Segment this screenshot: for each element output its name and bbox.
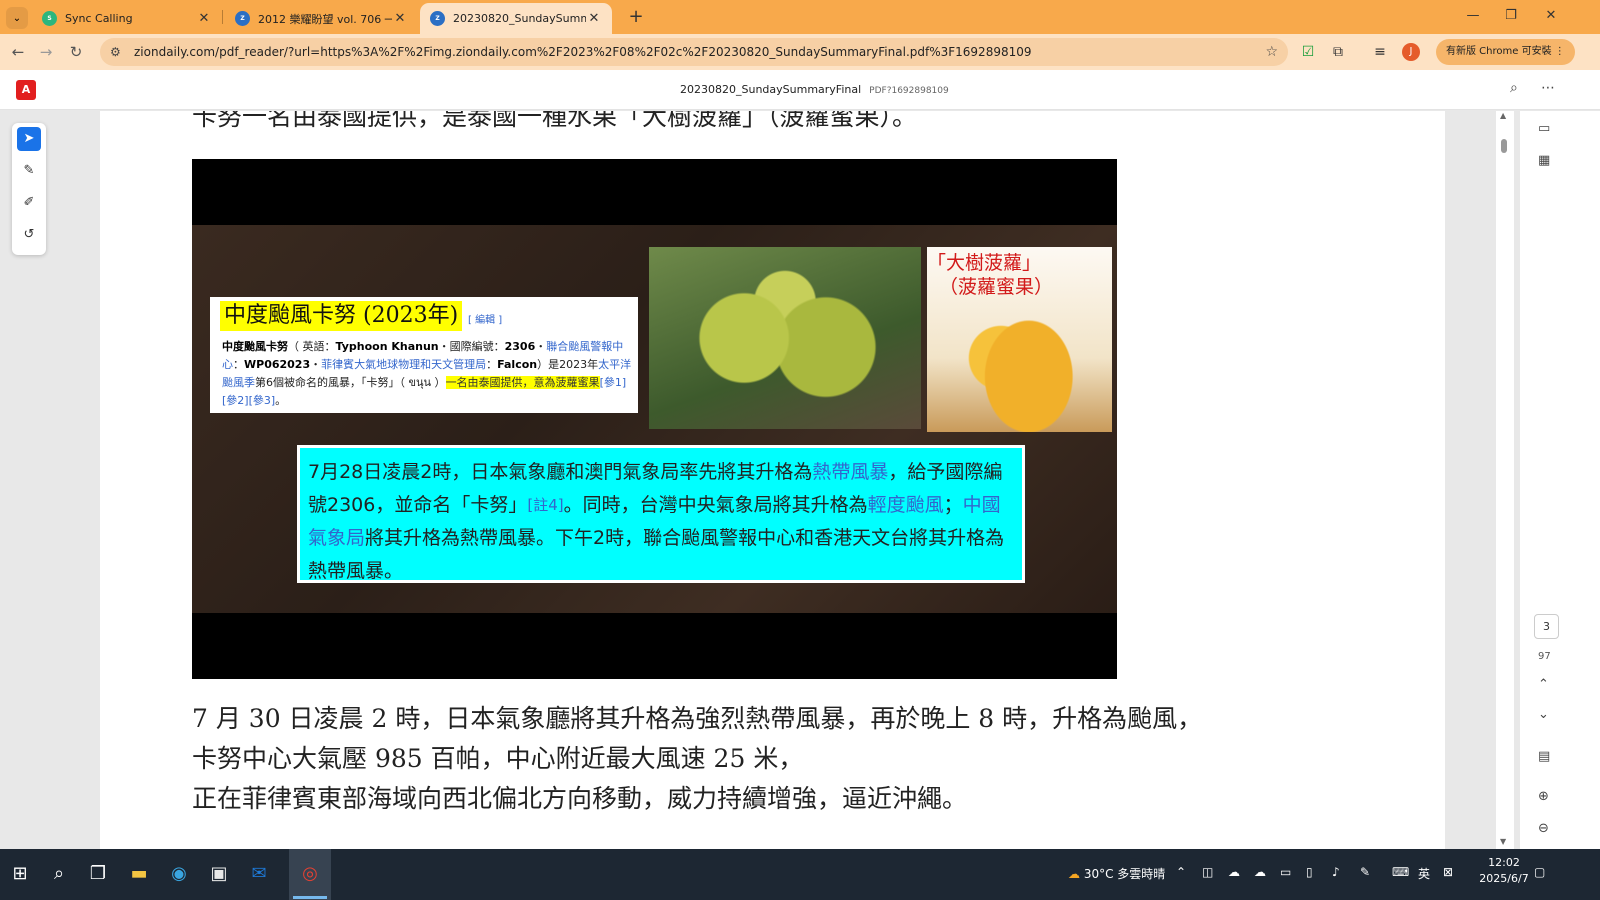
slide-image: 中度颱風卡努 (2023年) [ 編輯 ] 中度颱風卡努（ 英語：Typhoon…: [192, 159, 1117, 679]
chrome-icon[interactable]: ◎: [297, 861, 323, 887]
reload-button[interactable]: ↻: [66, 43, 86, 61]
total-pages: 97: [1538, 651, 1551, 662]
scroll-thumb[interactable]: [1501, 139, 1507, 153]
active-app-indicator: [293, 896, 327, 899]
select-cursor-icon[interactable]: ➤: [17, 127, 41, 151]
wikipedia-excerpt: 中度颱風卡努 (2023年) [ 編輯 ] 中度颱風卡努（ 英語：Typhoon…: [210, 297, 638, 413]
chrome-update-button[interactable]: 有新版 Chrome 可安裝 ⋮: [1436, 39, 1575, 65]
close-tab-icon[interactable]: ✕: [392, 11, 408, 26]
edge-browser-icon[interactable]: ◉: [166, 861, 192, 887]
onedrive-icon[interactable]: ☁: [1254, 865, 1266, 879]
more-vert-icon: ⋮: [1554, 46, 1565, 57]
wiki-title: 中度颱風卡努 (2023年): [220, 301, 463, 331]
scroll-down-arrow-icon[interactable]: ▼: [1500, 837, 1506, 846]
volume-icon[interactable]: ♪: [1332, 865, 1340, 879]
pdf-header: A 20230820_SundaySummaryFinal PDF?1692898…: [0, 70, 1600, 110]
url-text[interactable]: ziondaily.com/pdf_reader/?url=https%3A%2…: [134, 45, 1265, 59]
drive-icon[interactable]: ▭: [1280, 865, 1291, 879]
thumbnails-grid-icon[interactable]: ▦: [1538, 153, 1550, 168]
top-paragraph-line: 卡努一名由泰國提供，是泰國一種水果「大樹菠蘿」（菠蘿蜜果）。: [192, 111, 918, 131]
task-view-icon[interactable]: ❐: [85, 861, 111, 887]
search-icon[interactable]: ⌕: [46, 861, 72, 887]
back-button[interactable]: ←: [8, 43, 28, 61]
page-fit-icon[interactable]: ▤: [1538, 749, 1550, 764]
tab-sync-calling[interactable]: S Sync Calling ✕: [32, 3, 222, 34]
site-info-icon[interactable]: ⚙: [110, 45, 126, 59]
search-icon[interactable]: ⌕: [1510, 80, 1518, 96]
close-tab-icon[interactable]: ✕: [196, 11, 212, 26]
highlight-pen-icon[interactable]: ✐: [17, 191, 41, 215]
network-icon[interactable]: ▯: [1306, 865, 1313, 879]
extension-check-icon[interactable]: ☑: [1298, 42, 1318, 62]
pen-icon[interactable]: ✎: [1360, 865, 1370, 879]
browser-toolbar: ← → ↻ ⚙ ziondaily.com/pdf_reader/?url=ht…: [0, 34, 1600, 70]
tab-strip: ⌄ S Sync Calling ✕ Z 2012 樂耀盼望 vol. 706 …: [0, 0, 1600, 34]
jackfruit-flesh-photo: 「大樹菠蘿」 （菠蘿蜜果）: [927, 247, 1112, 432]
new-tab-button[interactable]: +: [625, 7, 647, 29]
vertical-scrollbar[interactable]: ▲ ▼: [1496, 111, 1514, 849]
tab-divider: [222, 10, 223, 24]
wiki-edit-link: [ 編輯 ]: [468, 315, 503, 326]
more-options-icon[interactable]: ⋯: [1541, 80, 1555, 96]
minimize-button[interactable]: —: [1458, 8, 1488, 23]
meet-now-icon[interactable]: ◫: [1202, 865, 1213, 879]
document-title: 20230820_SundaySummaryFinal PDF?169289810…: [680, 83, 949, 96]
tab-sunday-summary[interactable]: Z 20230820_SundaySummaryFi ✕: [420, 3, 612, 34]
zoom-in-icon[interactable]: ⊕: [1538, 789, 1549, 804]
bookmark-star-icon[interactable]: ☆: [1265, 44, 1278, 60]
media-control-icon[interactable]: ≡: [1370, 42, 1390, 62]
windows-taskbar: ⊞ ⌕ ❐ ▬ ◉ ▣ ✉ ◎ ☁ 30°C 多雲時晴 ⌃ ◫ ☁ ☁ ▭ ▯ …: [0, 849, 1600, 900]
annotation-toolbar: ➤ ✎ ✐ ↺: [12, 123, 46, 255]
cloud-sun-icon: ☁: [1068, 867, 1080, 881]
cloud-off-icon[interactable]: ☁: [1228, 865, 1240, 879]
fruit-label: 「大樹菠蘿」 （菠蘿蜜果）: [927, 252, 1054, 298]
comments-icon[interactable]: ▭: [1538, 121, 1550, 136]
ziondaily-favicon: Z: [430, 11, 445, 26]
right-tool-panel: ▭ ▦ 3 97 ⌃ ⌄ ▤ ⊕ ⊖: [1520, 111, 1600, 849]
next-page-icon[interactable]: ⌄: [1538, 707, 1549, 722]
wiki-body: 中度颱風卡努（ 英語：Typhoon Khanun・國際編號：2306・聯合颱風…: [222, 340, 632, 407]
keyboard-icon[interactable]: ⌨: [1392, 865, 1409, 879]
weather-widget[interactable]: ☁ 30°C 多雲時晴: [1068, 865, 1165, 882]
outlook-icon[interactable]: ✉: [246, 861, 272, 887]
address-bar[interactable]: ⚙ ziondaily.com/pdf_reader/?url=https%3A…: [100, 38, 1288, 66]
clock[interactable]: 12:02 2025/6/7: [1474, 855, 1534, 887]
windows-start-icon[interactable]: ⊞: [7, 861, 33, 887]
tab-ziondaily-vol706[interactable]: Z 2012 樂耀盼望 vol. 706 ── 預? ✕: [225, 3, 418, 34]
extensions-puzzle-icon[interactable]: ⧉: [1328, 42, 1348, 62]
file-explorer-icon[interactable]: ▬: [126, 861, 152, 887]
pdf-viewer: ➤ ✎ ✐ ↺ 卡努一名由泰國提供，是泰國一種水果「大樹菠蘿」（菠蘿蜜果）。 中…: [0, 111, 1600, 849]
sync-calling-favicon: S: [42, 11, 57, 26]
restore-button[interactable]: ❐: [1496, 8, 1526, 23]
notifications-icon[interactable]: ▢: [1534, 865, 1545, 879]
ime-language[interactable]: 英: [1418, 865, 1430, 882]
forward-button[interactable]: →: [36, 43, 56, 61]
close-window-button[interactable]: ✕: [1536, 8, 1566, 23]
add-comment-icon[interactable]: ✎: [17, 159, 41, 183]
chevron-down-icon: ⌄: [12, 12, 22, 24]
show-hidden-icons-icon[interactable]: ⌃: [1176, 865, 1186, 879]
bottom-paragraph: 7 月 30 日凌晨 2 時，日本氣象廳將其升格為強烈熱帶風暴，再於晚上 8 時…: [192, 704, 1203, 813]
current-page-input[interactable]: 3: [1534, 614, 1559, 639]
microsoft-store-icon[interactable]: ▣: [206, 861, 232, 887]
typhoon-timeline-box: 7月28日凌晨2時，日本氣象廳和澳門氣象局率先將其升格為熱帶風暴，給予國際編號2…: [297, 445, 1025, 583]
scroll-up-arrow-icon[interactable]: ▲: [1500, 111, 1506, 120]
profile-avatar[interactable]: J: [1402, 43, 1420, 61]
acrobat-icon: A: [16, 80, 36, 100]
jackfruit-tree-photo: [649, 247, 921, 429]
lasso-icon[interactable]: ↺: [17, 223, 41, 247]
previous-page-icon[interactable]: ⌃: [1538, 677, 1549, 692]
ziondaily-favicon: Z: [235, 11, 250, 26]
zoom-out-icon[interactable]: ⊖: [1538, 821, 1549, 836]
ime-mode-icon[interactable]: ⊠: [1443, 865, 1453, 879]
tab-search-button[interactable]: ⌄: [6, 7, 28, 29]
close-tab-icon[interactable]: ✕: [586, 11, 602, 26]
